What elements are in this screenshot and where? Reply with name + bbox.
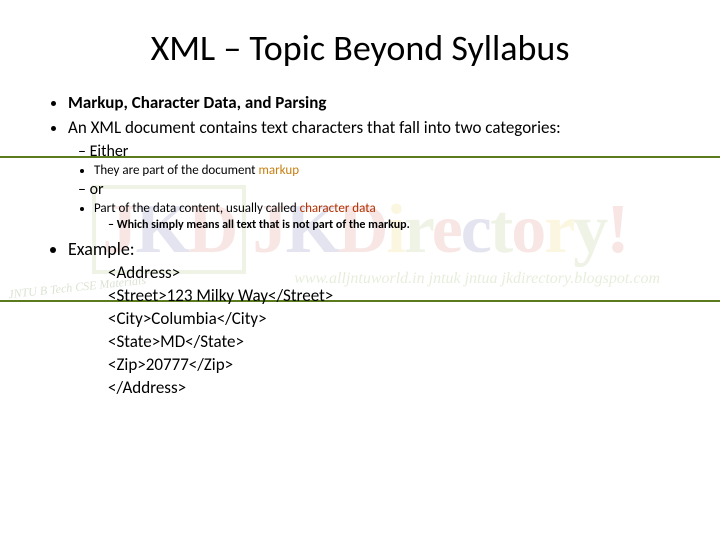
bullet-intro: An XML document contains text characters…: [68, 117, 672, 140]
example-line-4: <State>MD</State>: [108, 331, 672, 354]
either-detail-line: They are part of the document markup: [94, 163, 672, 178]
example-bullet: Example:: [48, 238, 672, 260]
example-line-2: <Street>123 Milky Way</Street>: [108, 285, 672, 308]
or-label: or: [78, 180, 672, 199]
bullet-heading-text: Markup, Character Data, and Parsing: [68, 92, 326, 113]
example-label: Example:: [68, 238, 672, 260]
example-line-1: <Address>: [108, 262, 672, 285]
either-item: Either: [48, 142, 672, 161]
either-label: Either: [78, 142, 672, 161]
example-line-6: </Address>: [108, 377, 672, 400]
top-bullet-list: Markup, Character Data, and Parsing An X…: [48, 92, 672, 140]
either-detail: They are part of the document markup: [48, 163, 672, 178]
slide-title: XML – Topic Beyond Syllabus: [48, 26, 672, 70]
or-subnote-text: Which simply means all text that is not …: [108, 218, 672, 232]
chardata-highlight: character data: [300, 201, 376, 216]
or-detail: Part of the data content, usually called…: [48, 201, 672, 216]
or-subnote: Which simply means all text that is not …: [48, 218, 672, 232]
bullet-heading: Markup, Character Data, and Parsing: [68, 92, 672, 115]
or-item: or: [48, 180, 672, 199]
example-line-3: <City>Columbia</City>: [108, 308, 672, 331]
slide-content: XML – Topic Beyond Syllabus Markup, Char…: [0, 0, 720, 400]
or-detail-line: Part of the data content, usually called…: [94, 201, 672, 216]
example-code-block: <Address> <Street>123 Milky Way</Street>…: [48, 262, 672, 400]
either-detail-pre: They are part of the document: [94, 163, 258, 178]
markup-highlight: markup: [258, 163, 299, 178]
or-detail-pre: Part of the data content, usually called: [94, 201, 300, 216]
example-line-5: <Zip>20777</Zip>: [108, 354, 672, 377]
